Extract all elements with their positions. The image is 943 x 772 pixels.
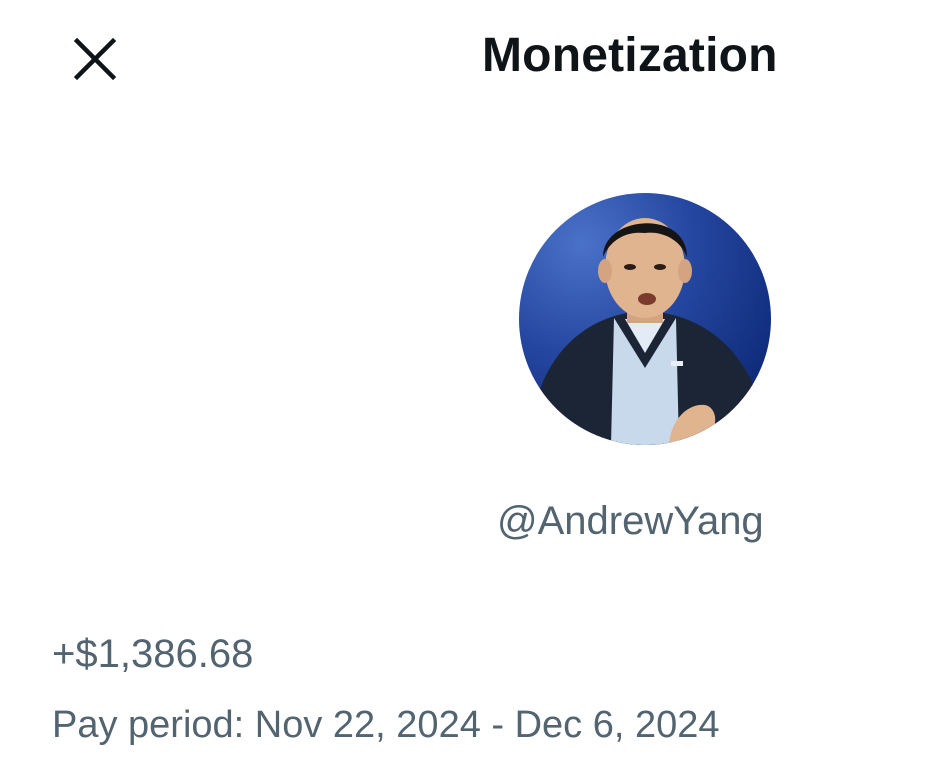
pay-period-text: Pay period: Nov 22, 2024 - Dec 6, 2024 <box>52 704 720 746</box>
close-button[interactable] <box>62 26 128 92</box>
avatar[interactable] <box>519 193 771 445</box>
avatar-photo <box>519 193 771 445</box>
earnings-amount: +$1,386.68 <box>52 632 254 676</box>
page-title: Monetization <box>482 29 778 82</box>
header: Monetization <box>0 0 943 120</box>
close-icon <box>73 37 117 81</box>
profile-handle: @AndrewYang <box>497 499 764 543</box>
